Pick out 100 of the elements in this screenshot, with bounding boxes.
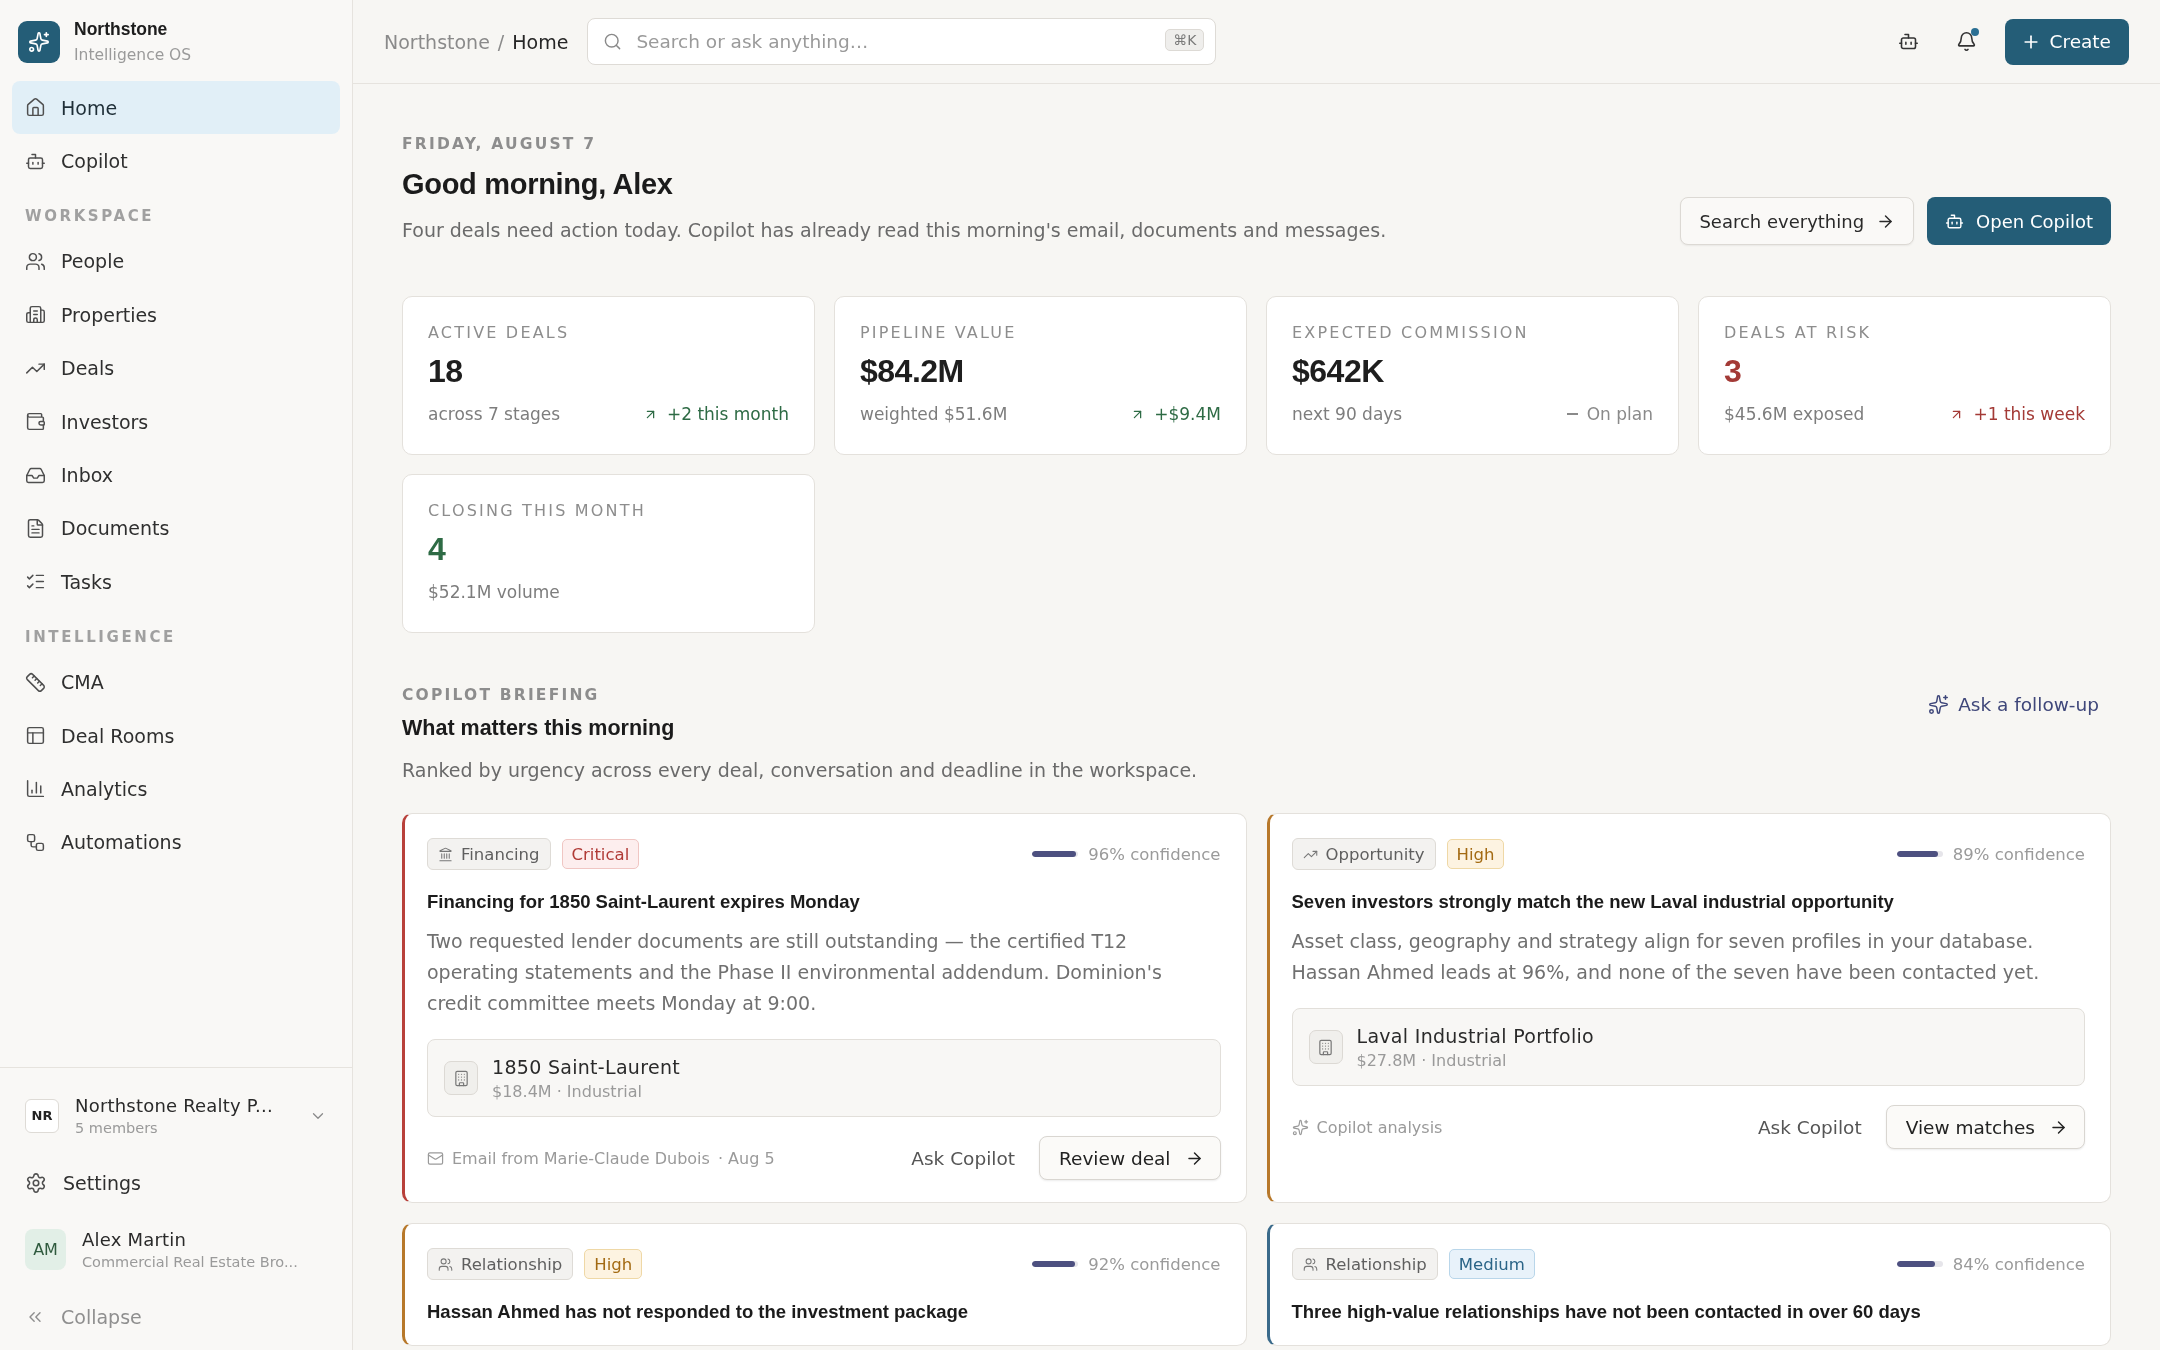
source-date: · Aug 5 [717, 1148, 775, 1168]
section-eyebrow: COPILOT BRIEFING [402, 686, 601, 704]
card-title: Hassan Ahmed has not responded to the investment package [427, 1301, 970, 1323]
sparkle-icon [1928, 694, 1950, 715]
mail-icon [427, 1149, 444, 1167]
nav-item[interactable]: Documents [12, 501, 340, 556]
building-icon [25, 304, 46, 326]
sparkle-icon [1291, 1118, 1309, 1136]
category-label: Financing [461, 844, 540, 864]
open-copilot-button[interactable]: Open Copilot [1927, 197, 2111, 245]
workspace-members: 5 members [75, 1120, 159, 1136]
brand-subtitle: Intelligence OS [74, 46, 192, 64]
nav-item[interactable]: Deal Rooms [12, 708, 340, 763]
nav-item[interactable]: Analytics [12, 762, 340, 816]
page-subtitle: Four deals need action today. Copilot has already read this morning's email, documents and messages. [402, 219, 1387, 241]
source-label: Copilot analysis [1316, 1117, 1443, 1137]
settings-icon [25, 1171, 47, 1194]
property-meta: $18.4M · Industrial [492, 1081, 643, 1101]
card-body: Two requested lender documents are still outstanding — the certified T12 operating statements and the Phase II environmental addendum. Dominion's credit committee meets Monday at 9:00. [427, 929, 1163, 1016]
brand-name: Northstone [74, 19, 169, 40]
nav-item[interactable]: Copilot [12, 134, 340, 188]
follow-up-button[interactable]: Ask a follow-up [1916, 688, 2111, 721]
building-icon [1308, 1030, 1343, 1064]
nav-item[interactable]: Properties [12, 288, 340, 342]
people-icon [1302, 1256, 1318, 1272]
card-action-button[interactable]: Review deal [1039, 1136, 1221, 1180]
people-icon [25, 250, 46, 272]
ask-copilot-button[interactable]: Ask Copilot [1745, 1108, 1874, 1146]
people-icon [438, 1256, 453, 1272]
category-label: Opportunity [1325, 844, 1425, 864]
nav-item[interactable]: People [12, 234, 340, 289]
home-icon [25, 97, 46, 119]
property-name: Laval Industrial Portfolio [1356, 1024, 1595, 1047]
workspace-name[interactable]: Northstone Realty P... [75, 1095, 273, 1116]
stat-note: next 90 days [1292, 404, 1403, 424]
section-heading: WORKSPACE [24, 205, 156, 227]
property-card[interactable]: Laval Industrial Portfolio $27.8M · Industrial [1291, 1008, 2085, 1086]
bot-icon[interactable] [1898, 31, 1919, 52]
card-title: Seven investors strongly match the new Laval industrial opportunity [1291, 891, 1895, 913]
nav-item[interactable]: Deals [12, 341, 340, 395]
stat-value: 18 [428, 353, 464, 390]
logo-icon [18, 20, 60, 63]
stat-note: $52.1M volume [428, 582, 560, 602]
search-button[interactable]: Search everything [1680, 197, 1915, 245]
trend-label: +1 this week [1973, 404, 2085, 424]
confidence-label: 89% confidence [1952, 844, 2085, 864]
search-icon [603, 32, 623, 51]
nav-item[interactable]: Tasks [12, 555, 340, 609]
layout-icon [25, 725, 46, 747]
nav-item[interactable]: CMA [12, 655, 340, 709]
workspace-initials[interactable]: NR [25, 1098, 59, 1133]
stat-label: PIPELINE VALUE [860, 323, 1018, 342]
nav-item[interactable]: Inbox [12, 448, 340, 502]
stat-label: EXPECTED COMMISSION [1292, 323, 1530, 342]
breadcrumb-current: Home [512, 30, 569, 53]
wallet-icon [25, 411, 46, 433]
source-label: Email from Marie-Claude Dubois [452, 1148, 710, 1168]
section-heading: INTELLIGENCE [24, 626, 177, 648]
building-icon [444, 1061, 478, 1095]
trend-label: On plan [1586, 404, 1653, 424]
stat-label: DEALS AT RISK [1724, 323, 1873, 342]
stat-note: weighted $51.6M [860, 404, 1008, 424]
priority-tag: Critical [561, 839, 640, 869]
create-button[interactable]: Create [2004, 18, 2129, 65]
property-card[interactable]: 1850 Saint-Laurent $18.4M · Industrial [427, 1039, 1221, 1117]
notification-bell-icon[interactable] [1956, 31, 1977, 52]
nav-item[interactable]: Home [12, 81, 340, 135]
priority-tag: Medium [1448, 1249, 1535, 1279]
breadcrumb-separator: / [497, 30, 505, 53]
bot-icon [1945, 211, 1965, 231]
user-name: Alex Martin [82, 1229, 188, 1250]
ask-copilot-button[interactable]: Ask Copilot [899, 1139, 1027, 1177]
nav-item[interactable]: Investors [12, 394, 340, 449]
priority-tag: High [584, 1249, 643, 1279]
card-body: Asset class, geography and strategy align for seven profiles in your database. Hassan Ahmed leads at 96%, and none of the seven have been contacted yet. [1291, 929, 2041, 985]
stat-note: across 7 stages [428, 404, 561, 424]
stat-note: $45.6M exposed [1724, 404, 1865, 424]
category-label: Relationship [1325, 1254, 1427, 1274]
card-action-button[interactable]: View matches [1885, 1105, 2085, 1149]
nav-item[interactable]: Automations [12, 815, 340, 870]
bar-chart-icon [25, 778, 46, 800]
trend-label: +$9.4M [1154, 404, 1221, 424]
confidence-label: 96% confidence [1088, 844, 1221, 864]
shortcut-key: ⌘K [1165, 29, 1205, 51]
confidence-label: 92% confidence [1088, 1254, 1221, 1274]
section-title: What matters this morning [402, 716, 676, 741]
dash-icon [1566, 413, 1578, 415]
category-label: Relationship [461, 1254, 563, 1274]
property-meta: $27.8M · Industrial [1356, 1050, 1508, 1070]
priority-tag: High [1446, 839, 1505, 869]
user-role: Commercial Real Estate Bro... [82, 1254, 298, 1270]
trend-label: +2 this month [666, 404, 789, 424]
section-subtitle: Ranked by urgency across every deal, conversation and deadline in the workspace. [402, 759, 1198, 781]
document-icon [25, 517, 46, 539]
workflow-icon [25, 831, 46, 853]
user-avatar: AM [25, 1229, 66, 1270]
ruler-icon [25, 671, 46, 693]
confidence-label: 84% confidence [1952, 1254, 2085, 1274]
settings-link[interactable]: Settings [25, 1167, 141, 1198]
page-title: Good morning, Alex [402, 168, 674, 201]
